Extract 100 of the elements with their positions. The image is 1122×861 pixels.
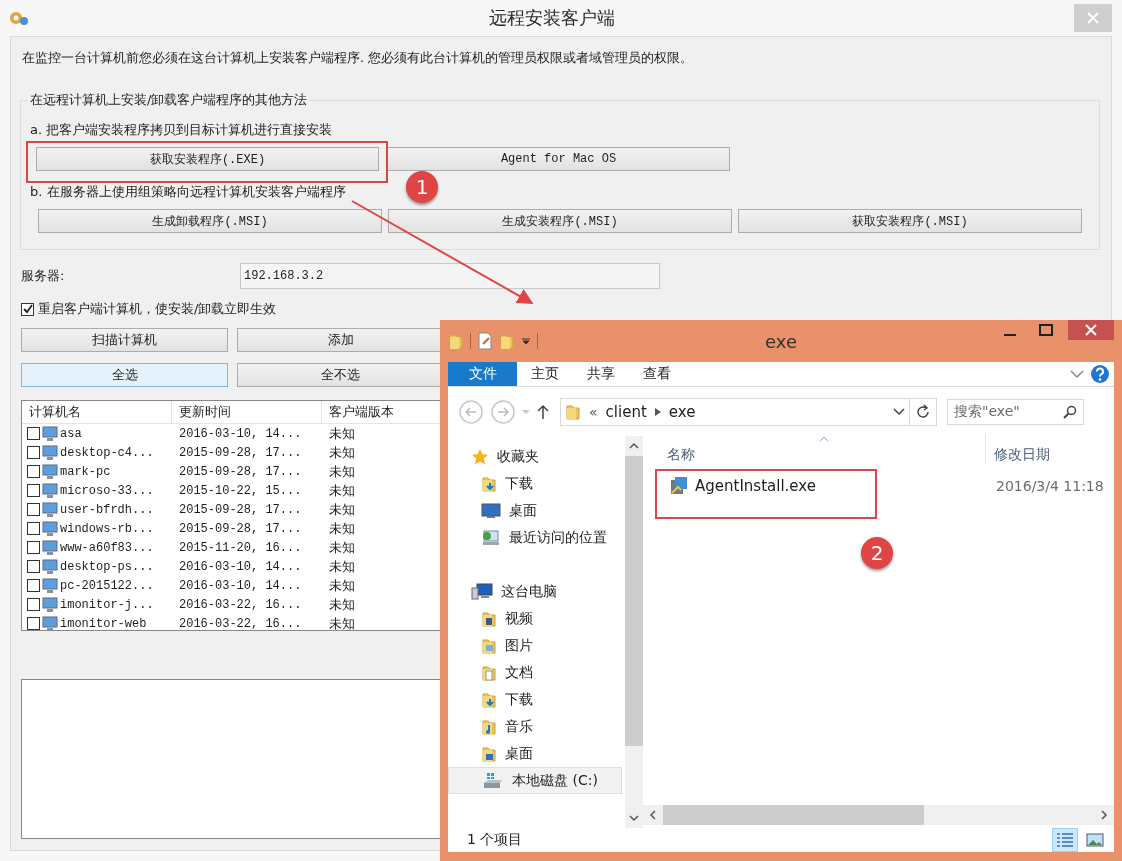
chevron-icon[interactable] — [893, 407, 905, 416]
desktop-icon — [481, 502, 501, 519]
nav-item[interactable]: 下载 — [448, 686, 622, 713]
nav-item[interactable]: 本地磁盘 (C:) — [448, 767, 622, 794]
scroll-up-icon[interactable] — [629, 442, 639, 450]
ribbon-tab[interactable]: 共享 — [573, 362, 629, 386]
action-button[interactable]: 扫描计算机 — [21, 328, 228, 352]
scrollbar-thumb[interactable] — [663, 805, 924, 825]
column-header[interactable]: 计算机名 — [22, 401, 172, 423]
checkbox[interactable] — [27, 446, 40, 459]
column-header[interactable]: 客户端版本 — [322, 401, 394, 423]
action-button[interactable]: 全选 — [21, 363, 228, 387]
monitor-icon — [42, 539, 58, 556]
column-header[interactable]: 名称 — [643, 446, 985, 464]
close-icon — [1085, 324, 1097, 336]
nav-item[interactable]: 图片 — [448, 632, 622, 659]
path-segment[interactable]: exe — [668, 402, 696, 421]
scroll-right-icon[interactable] — [1100, 810, 1108, 820]
column-header[interactable]: 更新时间 — [172, 401, 322, 423]
minimize-icon — [1004, 333, 1016, 336]
scroll-down-icon[interactable] — [629, 814, 639, 822]
separator-arrow-icon[interactable] — [654, 407, 661, 416]
table-cell-text: 2016-03-22, 16... — [178, 616, 303, 630]
installer-button[interactable]: 生成卸载程序(.MSI) — [38, 209, 382, 233]
up-arrow-icon[interactable] — [536, 403, 550, 420]
checkbox[interactable] — [27, 579, 40, 592]
nav-item[interactable]: 下载 — [448, 470, 622, 497]
checkbox[interactable] — [27, 484, 40, 497]
table-cell-text: 未知 — [328, 538, 355, 557]
table-cell-text: 2015-10-22, 15... — [178, 483, 303, 498]
monitor-icon — [42, 425, 58, 442]
scrollbar-thumb[interactable] — [625, 456, 643, 746]
thumbnail-icon — [1086, 833, 1104, 847]
installer-button[interactable]: 获取安装程序(.EXE) — [36, 147, 379, 171]
checkbox[interactable] — [27, 427, 40, 440]
table-cell-text: 未知 — [328, 595, 355, 614]
details-view-button[interactable] — [1052, 828, 1078, 852]
search-icon — [1063, 404, 1077, 419]
table-cell: windows-rb... — [60, 521, 154, 536]
ribbon-tab[interactable]: 主页 — [517, 362, 573, 386]
table-cell: pc-2015122... — [60, 578, 154, 593]
table-cell: desktop-ps... — [60, 559, 154, 574]
nav-item[interactable]: 桌面 — [448, 740, 622, 767]
nav-item[interactable]: 音乐 — [448, 713, 622, 740]
dropdown-icon[interactable] — [521, 336, 531, 346]
table-cell-text: 2015-09-28, 17... — [178, 521, 303, 536]
nav-item[interactable]: 收藏夹 — [448, 443, 622, 470]
window-title: exe — [765, 330, 797, 352]
checkbox[interactable] — [27, 541, 40, 554]
table-cell-text: 2016-03-10, 14... — [178, 578, 303, 593]
ribbon-tab[interactable]: 文件 — [448, 362, 517, 386]
server-label: 服务器: — [21, 267, 66, 285]
group-title: 在远程计算机上安装/卸载客户端程序的其他方法 — [29, 91, 309, 109]
app-icon — [8, 9, 30, 27]
server-field[interactable]: 192.168.3.2 — [240, 263, 660, 289]
nav-item[interactable]: 这台电脑 — [448, 578, 622, 605]
checkbox[interactable] — [27, 503, 40, 516]
table-cell-text: 未知 — [328, 614, 355, 630]
checkbox[interactable] — [27, 522, 40, 535]
table-cell-text: 未知 — [328, 462, 355, 481]
checkbox[interactable] — [21, 302, 34, 316]
nav-item[interactable]: 最近访问的位置 — [448, 524, 622, 551]
table-cell: mark-pc — [60, 464, 111, 479]
help-icon[interactable] — [1090, 364, 1110, 384]
new-folder-icon — [499, 332, 515, 350]
scroll-left-icon[interactable] — [649, 810, 657, 820]
desktop-folder-icon — [481, 744, 497, 763]
close-button[interactable] — [1068, 320, 1114, 340]
nav-item[interactable]: 文档 — [448, 659, 622, 686]
column-header[interactable]: 修改日期 — [985, 434, 1050, 464]
installer-button[interactable]: Agent for Mac OS — [387, 147, 730, 171]
music-folder-icon — [481, 717, 497, 736]
monitor-icon — [42, 577, 58, 594]
nav-item[interactable]: 桌面 — [448, 497, 622, 524]
refresh-button[interactable] — [910, 397, 937, 426]
monitor-icon — [42, 444, 58, 461]
ribbon-tab[interactable]: 查看 — [629, 362, 685, 386]
installer-button[interactable]: 获取安装程序(.MSI) — [738, 209, 1082, 233]
table-cell: imonitor-j... — [60, 597, 154, 612]
checkbox[interactable] — [27, 598, 40, 611]
checkbox[interactable] — [27, 617, 40, 630]
close-icon — [1087, 12, 1099, 24]
file-name[interactable]: AgentInstall.exe — [695, 477, 816, 495]
address-bar[interactable]: « client exe — [560, 397, 910, 426]
downloads-folder-icon — [481, 690, 497, 709]
table-cell-text: 2015-09-28, 17... — [178, 464, 303, 479]
recent-places-icon — [481, 528, 501, 547]
search-field[interactable]: 搜索"exe" — [947, 398, 1084, 425]
checkbox[interactable] — [27, 465, 40, 478]
window-title: 远程安装客户端 — [488, 6, 616, 30]
checkbox[interactable] — [27, 560, 40, 573]
computer-icon — [471, 582, 493, 601]
installer-button[interactable]: 生成安装程序(.MSI) — [388, 209, 732, 233]
table-cell: imonitor-web — [60, 616, 147, 630]
properties-icon[interactable] — [477, 332, 493, 350]
nav-item[interactable]: 视频 — [448, 605, 622, 632]
path-segment[interactable]: client — [605, 402, 647, 421]
folder-icon — [565, 402, 581, 421]
monitor-icon — [42, 558, 58, 575]
path-overflow[interactable]: « — [589, 403, 598, 420]
